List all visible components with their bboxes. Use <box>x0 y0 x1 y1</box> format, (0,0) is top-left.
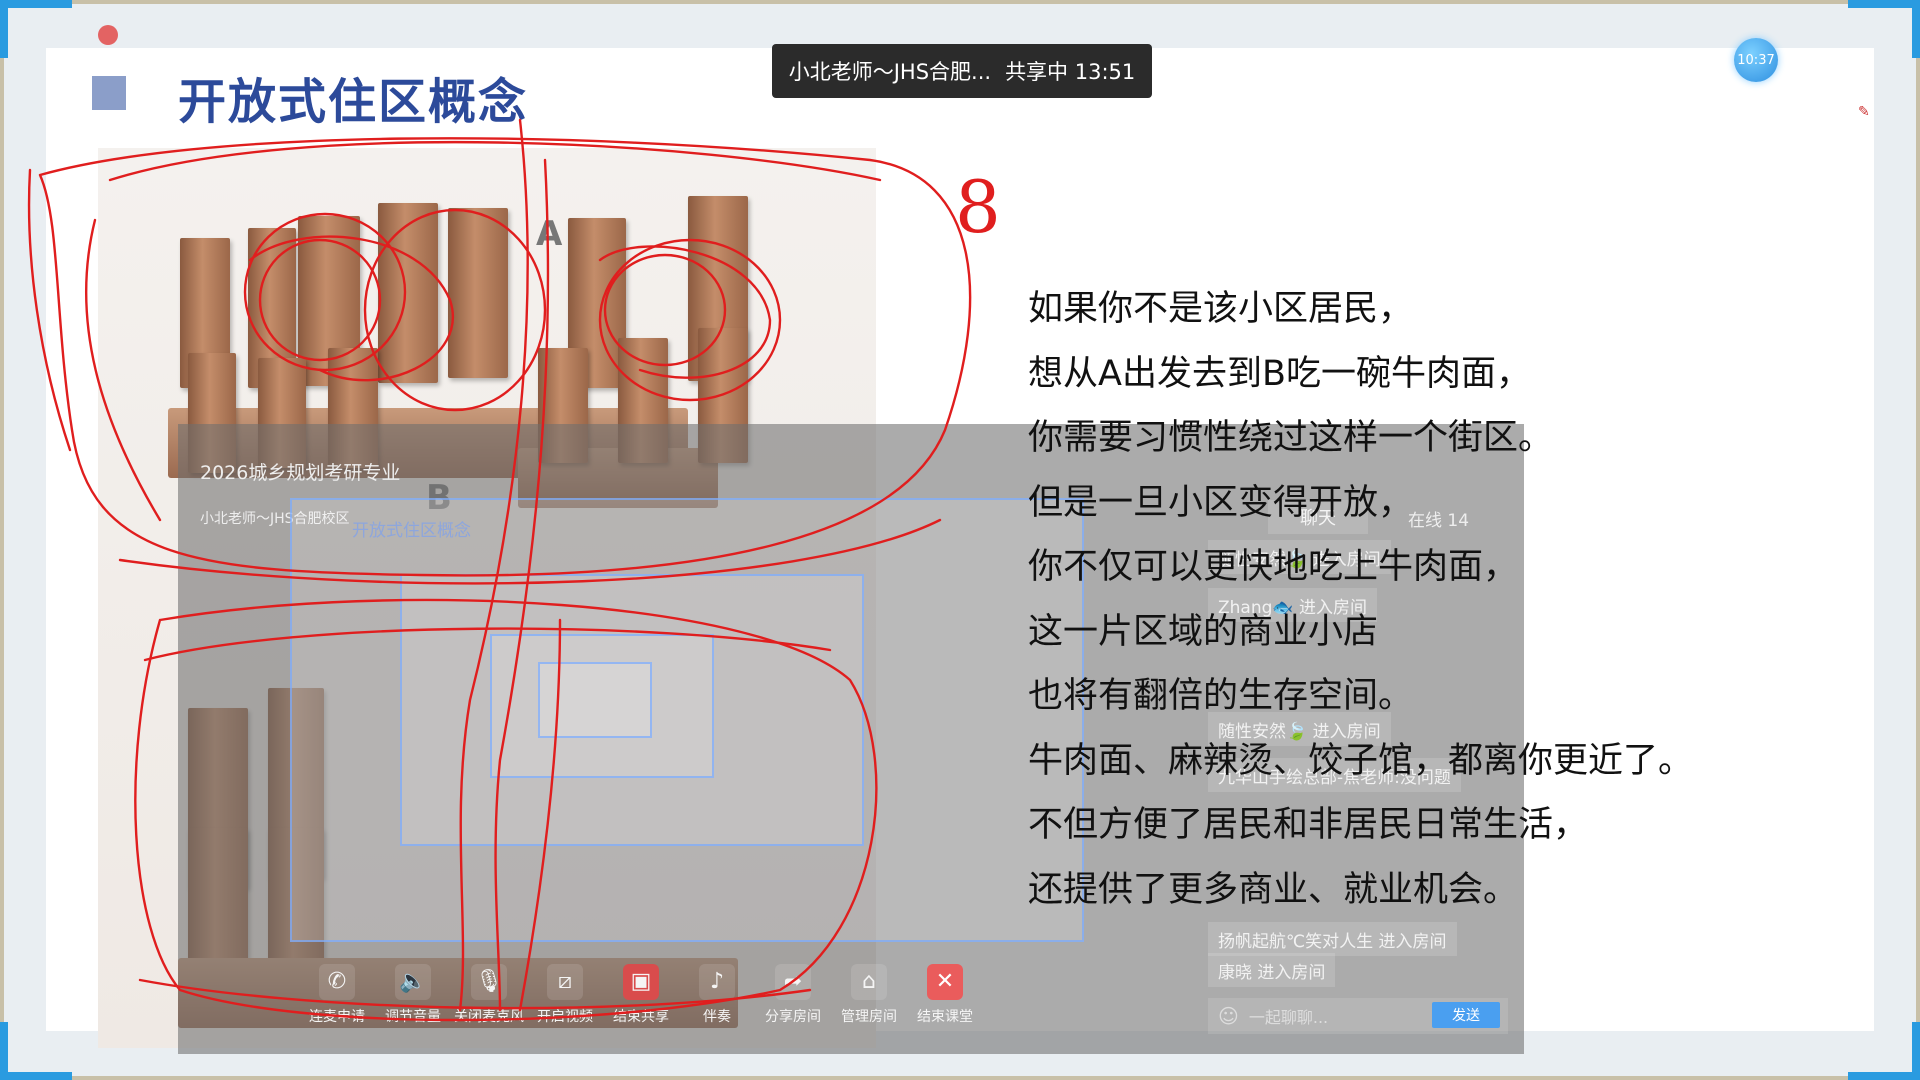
share-status-timer: 共享中 13:51 <box>1005 60 1136 84</box>
clock-time: 10:37 <box>1737 52 1775 68</box>
accompaniment-button[interactable]: ♪ 伴奏 <box>680 964 754 1036</box>
building <box>448 208 508 378</box>
floating-clock-icon[interactable]: 10:37 <box>1734 38 1778 82</box>
start-video-button[interactable]: ⧄ 开启视频 <box>528 964 602 1036</box>
home-settings-icon: ⌂ <box>851 964 887 1000</box>
stop-share-button[interactable]: ▣ 结束共享 <box>604 964 678 1036</box>
body-line: 你需要习惯性绕过这样一个街区。 <box>1028 418 1554 458</box>
title-bullet-icon <box>92 76 126 110</box>
share-presenter-name: 小北老师～JHS合肥... <box>788 60 992 84</box>
frame-corner <box>1912 1022 1920 1080</box>
frame-corner <box>1848 0 1920 8</box>
nested-share-window <box>538 662 652 738</box>
building <box>378 203 438 383</box>
mute-mic-button[interactable]: 🎙 关闭麦克风 <box>452 964 526 1036</box>
overlay-course-name: 2026城乡规划考研专业 <box>200 462 401 484</box>
pen-cursor-icon: ✎ <box>1858 104 1870 120</box>
frame-corner <box>1848 1072 1920 1080</box>
class-toolbar: ✆ 连麦申请 🔈 调节音量 🎙 关闭麦克风 ⧄ 开启视频 ▣ 结束共享 ♪ 伴奏 ➦ 分享房间… <box>300 964 980 1036</box>
stop-share-icon: ▣ <box>623 964 659 1000</box>
body-line: 还提供了更多商业、就业机会。 <box>1028 869 1519 910</box>
body-line: 这一片区域的商业小店 <box>1028 611 1379 652</box>
slide-title: 开放式住区概念 <box>178 74 529 130</box>
emoji-icon[interactable]: ☺ <box>1218 1004 1239 1028</box>
record-indicator-icon <box>98 25 118 45</box>
chat-input-placeholder: 一起聊聊... <box>1248 1008 1329 1027</box>
body-line: 但是一旦小区变得开放， <box>1028 482 1414 523</box>
volume-button[interactable]: 🔈 调节音量 <box>376 964 450 1036</box>
chat-message: 扬帆起航℃笑对人生 进入房间 <box>1208 922 1457 956</box>
chat-input[interactable]: ☺ 一起聊聊... 发送 <box>1208 998 1508 1034</box>
body-line: 牛肉面、麻辣烫、饺子馆，都离你更近了。 <box>1028 740 1694 781</box>
music-icon: ♪ <box>699 964 735 1000</box>
body-line: 也将有翻倍的生存空间。 <box>1028 676 1414 716</box>
frame-corner <box>0 1022 8 1080</box>
close-icon: ✕ <box>927 964 963 1000</box>
speaker-icon: 🔈 <box>395 964 431 1000</box>
frame-corner <box>0 1072 72 1080</box>
screen-share-status-bar[interactable]: 小北老师～JHS合肥... 共享中 13:51 <box>772 44 1152 98</box>
video-off-icon: ⧄ <box>547 964 583 1000</box>
frame-corner <box>0 0 8 58</box>
point-a-label: A <box>536 214 563 254</box>
phone-icon: ✆ <box>319 964 355 1000</box>
body-line: 你不仅可以更快地吃上牛肉面， <box>1028 547 1519 587</box>
body-line: 想从A出发去到B吃一碗牛肉面， <box>1028 353 1531 394</box>
chat-message: 康晓 进入房间 <box>1208 953 1336 987</box>
body-line: 如果你不是该小区居民， <box>1028 289 1414 329</box>
microphone-icon: 🎙 <box>471 964 507 1000</box>
share-icon: ➦ <box>775 964 811 1000</box>
share-room-button[interactable]: ➦ 分享房间 <box>756 964 830 1036</box>
slide-body-text: 如果你不是该小区居民， 想从A出发去到B吃一碗牛肉面， 你需要习惯性绕过这样一个… <box>1028 280 1748 925</box>
body-line: 不但方便了居民和非居民日常生活， <box>1028 805 1589 845</box>
manage-room-button[interactable]: ⌂ 管理房间 <box>832 964 906 1036</box>
send-button[interactable]: 发送 <box>1432 1002 1500 1028</box>
end-class-button[interactable]: ✕ 结束课堂 <box>908 964 982 1036</box>
frame-corner <box>1912 0 1920 58</box>
mic-request-button[interactable]: ✆ 连麦申请 <box>300 964 374 1036</box>
nested-slide-title: 开放式住区概念 <box>352 521 471 541</box>
frame-corner <box>0 0 72 8</box>
